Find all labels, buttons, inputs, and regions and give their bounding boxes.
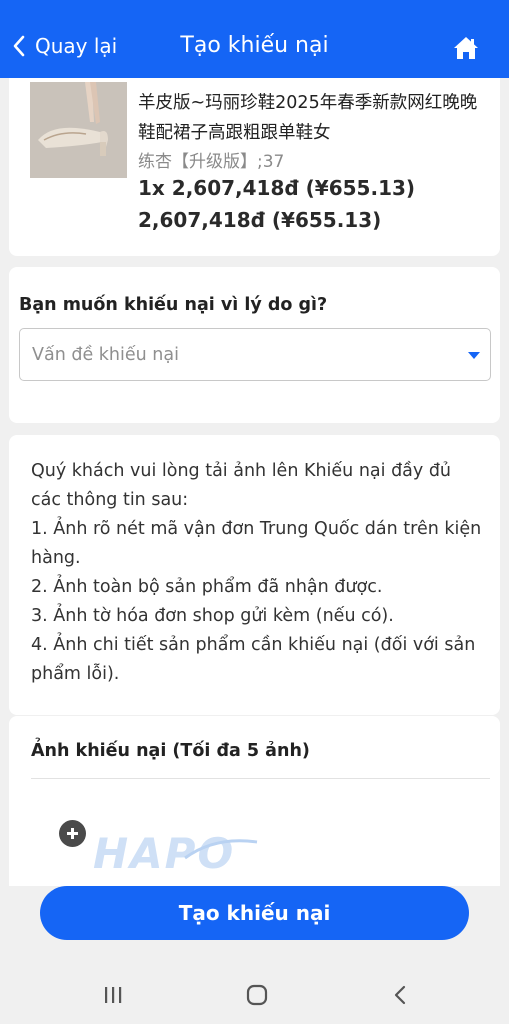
instruction-item: 2. Ảnh toàn bộ sản phẩm đã nhận được. bbox=[31, 577, 383, 597]
reason-select[interactable]: Vấn đề khiếu nại bbox=[19, 328, 491, 381]
photos-label: Ảnh khiếu nại (Tối đa 5 ảnh) bbox=[31, 741, 310, 761]
back-chevron-icon[interactable] bbox=[386, 984, 416, 1006]
instructions-card: Quý khách vui lòng tải ảnh lên Khiếu nại… bbox=[9, 435, 500, 715]
instructions-intro: Quý khách vui lòng tải ảnh lên Khiếu nại… bbox=[31, 461, 452, 510]
product-price-line: 1x 2,607,418đ (¥655.13) bbox=[138, 176, 416, 200]
system-nav-bar bbox=[0, 958, 509, 1024]
add-photo-icon[interactable] bbox=[59, 820, 86, 847]
product-thumbnail[interactable] bbox=[30, 82, 127, 178]
instruction-item: 4. Ảnh chi tiết sản phẩm cần khiếu nại (… bbox=[31, 635, 476, 684]
instruction-item: 1. Ảnh rõ nét mã vận đơn Trung Quốc dán … bbox=[31, 519, 482, 568]
photos-card: Ảnh khiếu nại (Tối đa 5 ảnh) HAPO bbox=[9, 716, 500, 886]
reason-placeholder: Vấn đề khiếu nại bbox=[32, 345, 179, 365]
create-complaint-button[interactable]: Tạo khiếu nại bbox=[40, 886, 469, 940]
product-card: 羊皮版~玛丽珍鞋2025年春季新款网红晚晚鞋配裙子高跟粗跟单鞋女 练杏【升级版】… bbox=[9, 78, 500, 256]
divider bbox=[31, 778, 490, 779]
recent-apps-icon[interactable] bbox=[98, 984, 128, 1006]
product-variant: 练杏【升级版】;37 bbox=[138, 152, 285, 172]
reason-question: Bạn muốn khiếu nại vì lý do gì? bbox=[19, 295, 328, 315]
home-circle-icon[interactable] bbox=[242, 984, 272, 1006]
home-icon[interactable] bbox=[453, 36, 479, 60]
instruction-item: 3. Ảnh tờ hóa đơn shop gửi kèm (nếu có). bbox=[31, 606, 394, 626]
instructions-text: Quý khách vui lòng tải ảnh lên Khiếu nại… bbox=[31, 457, 486, 689]
app-header: Quay lại Tạo khiếu nại bbox=[0, 0, 509, 78]
product-name: 羊皮版~玛丽珍鞋2025年春季新款网红晚晚鞋配裙子高跟粗跟单鞋女 bbox=[138, 93, 478, 143]
product-total: 2,607,418đ (¥655.13) bbox=[138, 208, 382, 232]
page-title: Tạo khiếu nại bbox=[180, 33, 329, 58]
reason-card: Bạn muốn khiếu nại vì lý do gì? Vấn đề k… bbox=[9, 267, 500, 423]
caret-down-icon bbox=[468, 352, 480, 359]
svg-text:HAPO: HAPO bbox=[93, 829, 235, 878]
hapo-watermark-logo: HAPO bbox=[93, 829, 258, 878]
